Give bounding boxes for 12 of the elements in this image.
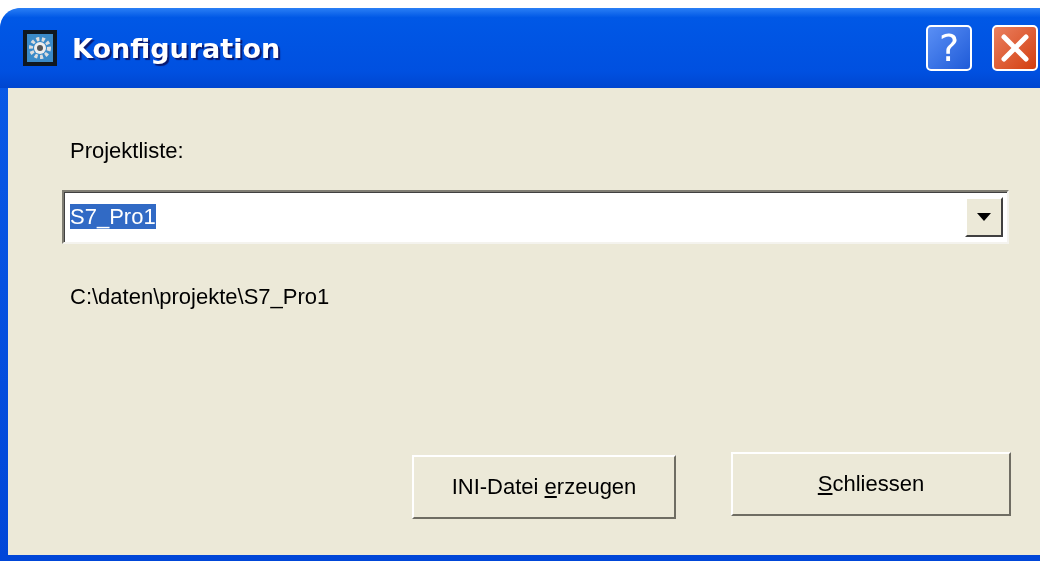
dialog-button[interactable]: Schliessen xyxy=(731,452,1011,516)
dialog-button[interactable]: INI-Datei erzeugen xyxy=(412,455,676,519)
close-icon xyxy=(1000,33,1030,63)
field-label: Projektliste: xyxy=(70,138,185,164)
project-dropdown[interactable]: S7_Pro1 xyxy=(62,190,1009,244)
close-button[interactable] xyxy=(992,25,1038,71)
gear-icon xyxy=(22,29,58,67)
project-path: C:\daten\projekte\S7_Pro1 xyxy=(70,284,331,310)
caret-icon xyxy=(977,213,991,221)
window-title: Konfiguration xyxy=(72,32,282,64)
help-button[interactable]: ? xyxy=(926,25,972,71)
dropdown-button[interactable] xyxy=(965,197,1003,237)
